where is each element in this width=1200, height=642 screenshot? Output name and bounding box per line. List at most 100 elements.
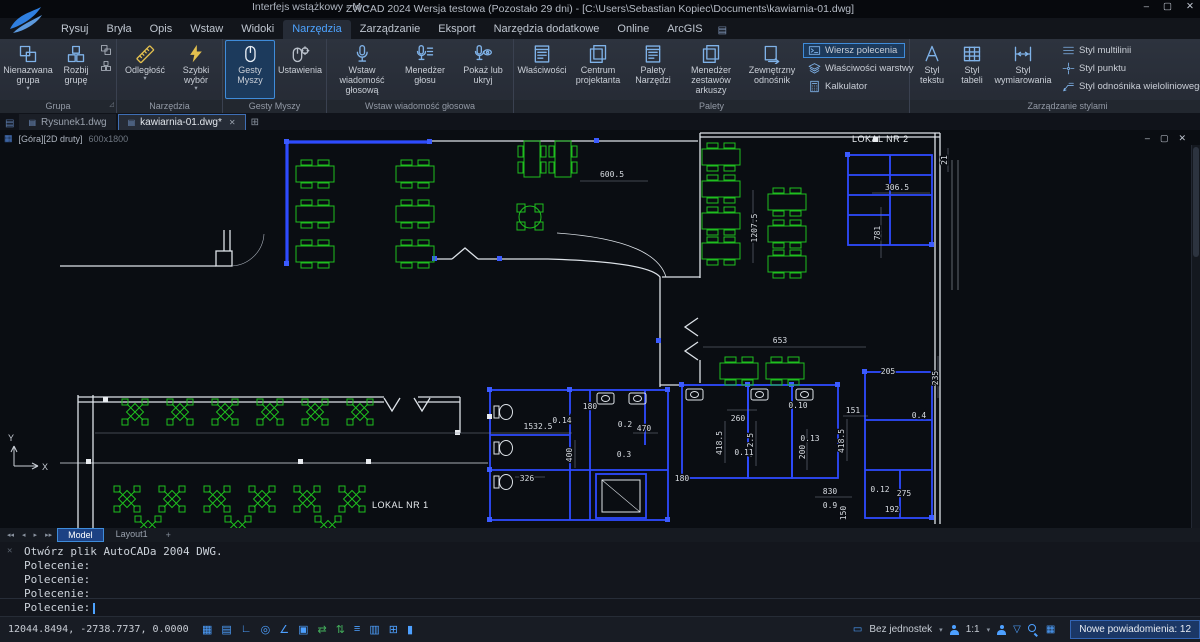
vertical-scrollbar[interactable] <box>1191 145 1200 528</box>
styl-wymiarowania-button[interactable]: Styl wymiarowania <box>992 40 1054 99</box>
odleglosc-button[interactable]: Odległość ▾ <box>119 40 171 99</box>
workspace-selector[interactable]: Interfejs wstążkowy - M ▾ <box>252 1 370 13</box>
drawing-list-icon[interactable]: ▤ <box>5 118 14 129</box>
styl-tabeli-button[interactable]: Styl tabeli <box>953 40 991 99</box>
styl-multilinii-button[interactable]: Styl multilinii <box>1057 43 1200 58</box>
tab-widoki[interactable]: Widoki <box>232 20 283 39</box>
pokaz-lub-ukryj-button[interactable]: Pokaż lub ukryj <box>455 40 511 99</box>
grid-toggle-icon[interactable]: ▤ <box>221 623 231 636</box>
tab-layout1[interactable]: Layout1 <box>106 528 158 542</box>
tab-bryla[interactable]: Bryła <box>98 20 141 39</box>
wlasciwosci-warstwy-button[interactable]: Właściwości warstwy <box>803 61 905 76</box>
notification-badge[interactable]: Nowe powiadomienia: 12 <box>1070 620 1200 639</box>
new-tab-icon[interactable]: ⊞ <box>251 117 259 128</box>
ustawienia-button[interactable]: Ustawienia <box>276 40 324 99</box>
centrum-projektanta-button[interactable]: Centrum projektanta <box>569 40 627 99</box>
zwcad-logo-icon[interactable] <box>7 3 45 37</box>
doctab-kawiarnia[interactable]: ▤ kawiarnia-01.dwg* ✕ <box>118 114 246 130</box>
svg-text:0.11: 0.11 <box>734 448 753 457</box>
osnap-toggle-icon[interactable]: ◎ <box>261 623 271 636</box>
tab-wstaw[interactable]: Wstaw <box>181 20 232 39</box>
document-tab-bar: ▤ ▤ Rysunek1.dwg ▤ kawiarnia-01.dwg* ✕ ⊞ <box>0 113 1200 130</box>
walls[interactable] <box>60 133 958 528</box>
next-layout-icon[interactable]: ▸ <box>31 531 41 539</box>
scrollbar-thumb[interactable] <box>1193 147 1199 257</box>
wiersz-polecenia-toggle[interactable]: Wiersz polecenia <box>803 43 905 58</box>
annotation-visibility-icon[interactable] <box>997 625 1006 635</box>
palety-narzedzi-button[interactable]: Palety Narzędzi <box>628 40 678 99</box>
tab-rysuj[interactable]: Rysuj <box>52 20 98 39</box>
first-layout-icon[interactable]: ◂◂ <box>4 531 17 539</box>
zoom-icon[interactable] <box>1028 624 1039 635</box>
tab-arcgis[interactable]: ArcGIS <box>658 20 711 39</box>
cursor-coordinates: 12044.8494, -2738.7737, 0.0000 <box>8 624 196 635</box>
isolate-objects-icon[interactable]: ▦ <box>1046 624 1055 635</box>
group-manager-icon[interactable] <box>100 60 112 72</box>
units-selector[interactable]: Bez jednostek <box>869 624 932 635</box>
zewnetrzny-odnosnik-button[interactable]: Zewnętrzny odnośnik <box>744 40 800 99</box>
tab-narzedzia-dodatkowe[interactable]: Narzędzia dodatkowe <box>485 20 609 39</box>
dyn-ucs-toggle-icon[interactable]: ⇄ <box>317 623 326 636</box>
close-button[interactable]: ✕ <box>1186 1 1194 12</box>
group-edit-icon[interactable] <box>100 44 112 56</box>
command-history-line: Polecenie: <box>24 559 1200 573</box>
snap-toggle-icon[interactable]: ▦ <box>202 623 212 636</box>
close-tab-icon[interactable]: ✕ <box>229 118 236 127</box>
prev-layout-icon[interactable]: ◂ <box>19 531 29 539</box>
wstaw-wiadomosc-glosowa-button[interactable]: Wstaw wiadomość głosową <box>329 40 395 99</box>
kalkulator-button[interactable]: Kalkulator <box>803 79 905 94</box>
ortho-toggle-icon[interactable]: ∟ <box>241 623 252 636</box>
add-layout-button[interactable]: + <box>160 530 177 540</box>
szybki-wybor-button[interactable]: Szybki wybór ▾ <box>172 40 220 99</box>
tab-zarzadzanie[interactable]: Zarządzanie <box>351 20 430 39</box>
minimize-button[interactable]: – <box>1144 1 1149 12</box>
nienazwana-grupa-button[interactable]: Nienazwana grupa ▾ <box>2 40 54 99</box>
command-line-panel[interactable]: ✕ Otwórz plik AutoCADa 2004 DWG. Polecen… <box>0 542 1200 616</box>
command-history-close-icon[interactable]: ✕ <box>7 546 12 556</box>
dialog-launcher-icon[interactable]: ◿ <box>109 99 114 111</box>
monitor-icon[interactable]: ▭ <box>853 624 862 635</box>
selection-grips[interactable] <box>284 138 934 522</box>
block-markers[interactable] <box>86 137 878 464</box>
annotation-user-icon[interactable] <box>950 625 959 635</box>
zwcad-window: Interfejs wstążkowy - M ▾ ZWCAD 2024 Wer… <box>0 0 1200 642</box>
selection-cycling-icon[interactable]: ⊞ <box>389 623 398 636</box>
wlasciwosci-button[interactable]: Właściwości <box>516 40 568 99</box>
gesty-myszy-button[interactable]: Gesty Myszy <box>225 40 275 99</box>
doc-minimize-icon[interactable]: – <box>1145 133 1150 144</box>
dyn-input-toggle-icon[interactable]: ⇅ <box>336 623 345 636</box>
styl-odnosnika-button[interactable]: Styl odnośnika wieloliniowego <box>1057 79 1200 94</box>
styl-tekstu-button[interactable]: Styl tekstu <box>912 40 952 99</box>
tool-palette-icon <box>643 44 663 64</box>
lineweight-toggle-icon[interactable]: ≡ <box>354 623 360 636</box>
tab-opis[interactable]: Opis <box>141 20 182 39</box>
command-input[interactable]: Polecenie: <box>0 598 1200 616</box>
workspace-toggle-icon[interactable]: ▮ <box>407 623 413 636</box>
furniture[interactable] <box>114 141 806 528</box>
tab-eksport[interactable]: Eksport <box>429 20 484 39</box>
viewport-label[interactable]: [Góra][2D druty] <box>19 134 83 144</box>
doc-restore-icon[interactable]: ▢ <box>1160 133 1169 144</box>
maximize-button[interactable]: ▢ <box>1163 1 1172 12</box>
rozbij-grupe-button[interactable]: Rozbij grupę <box>55 40 97 99</box>
bathroom-fixtures[interactable] <box>494 389 813 512</box>
floor-plan-drawing[interactable]: 600.5 1207.5 653 306.5 781 21 1532.5 326… <box>0 130 1200 528</box>
transparency-toggle-icon[interactable]: ▥ <box>369 623 379 636</box>
menedzer-glosu-button[interactable]: Menedżer głosu <box>396 40 454 99</box>
otrack-toggle-icon[interactable]: ▣ <box>298 623 308 636</box>
polar-toggle-icon[interactable]: ∠ <box>279 623 289 636</box>
filter-icon[interactable]: ▽ <box>1013 624 1021 635</box>
panel-label-gesty: Gesty Myszy <box>223 100 326 113</box>
annotation-scale-selector[interactable]: 1:1 <box>966 624 980 635</box>
viewport-controls[interactable]: ▦ [Góra][2D druty] 600x1800 <box>4 133 128 144</box>
tab-narzedzia[interactable]: Narzędzia <box>283 20 351 39</box>
doc-close-icon[interactable]: ✕ <box>1178 133 1186 144</box>
tab-online[interactable]: Online <box>608 20 658 39</box>
ribbon-collapse-icon[interactable]: ▤ <box>718 25 727 36</box>
menedzer-zestawow-arkuszy-button[interactable]: Menedżer zestawów arkuszy <box>679 40 743 99</box>
drawing-canvas[interactable]: ▦ [Góra][2D druty] 600x1800 – ▢ ✕ <box>0 130 1200 528</box>
doctab-rysunek1[interactable]: ▤ Rysunek1.dwg <box>19 114 115 130</box>
styl-punktu-button[interactable]: Styl punktu <box>1057 61 1200 76</box>
last-layout-icon[interactable]: ▸▸ <box>42 531 55 539</box>
tab-model[interactable]: Model <box>57 528 104 542</box>
